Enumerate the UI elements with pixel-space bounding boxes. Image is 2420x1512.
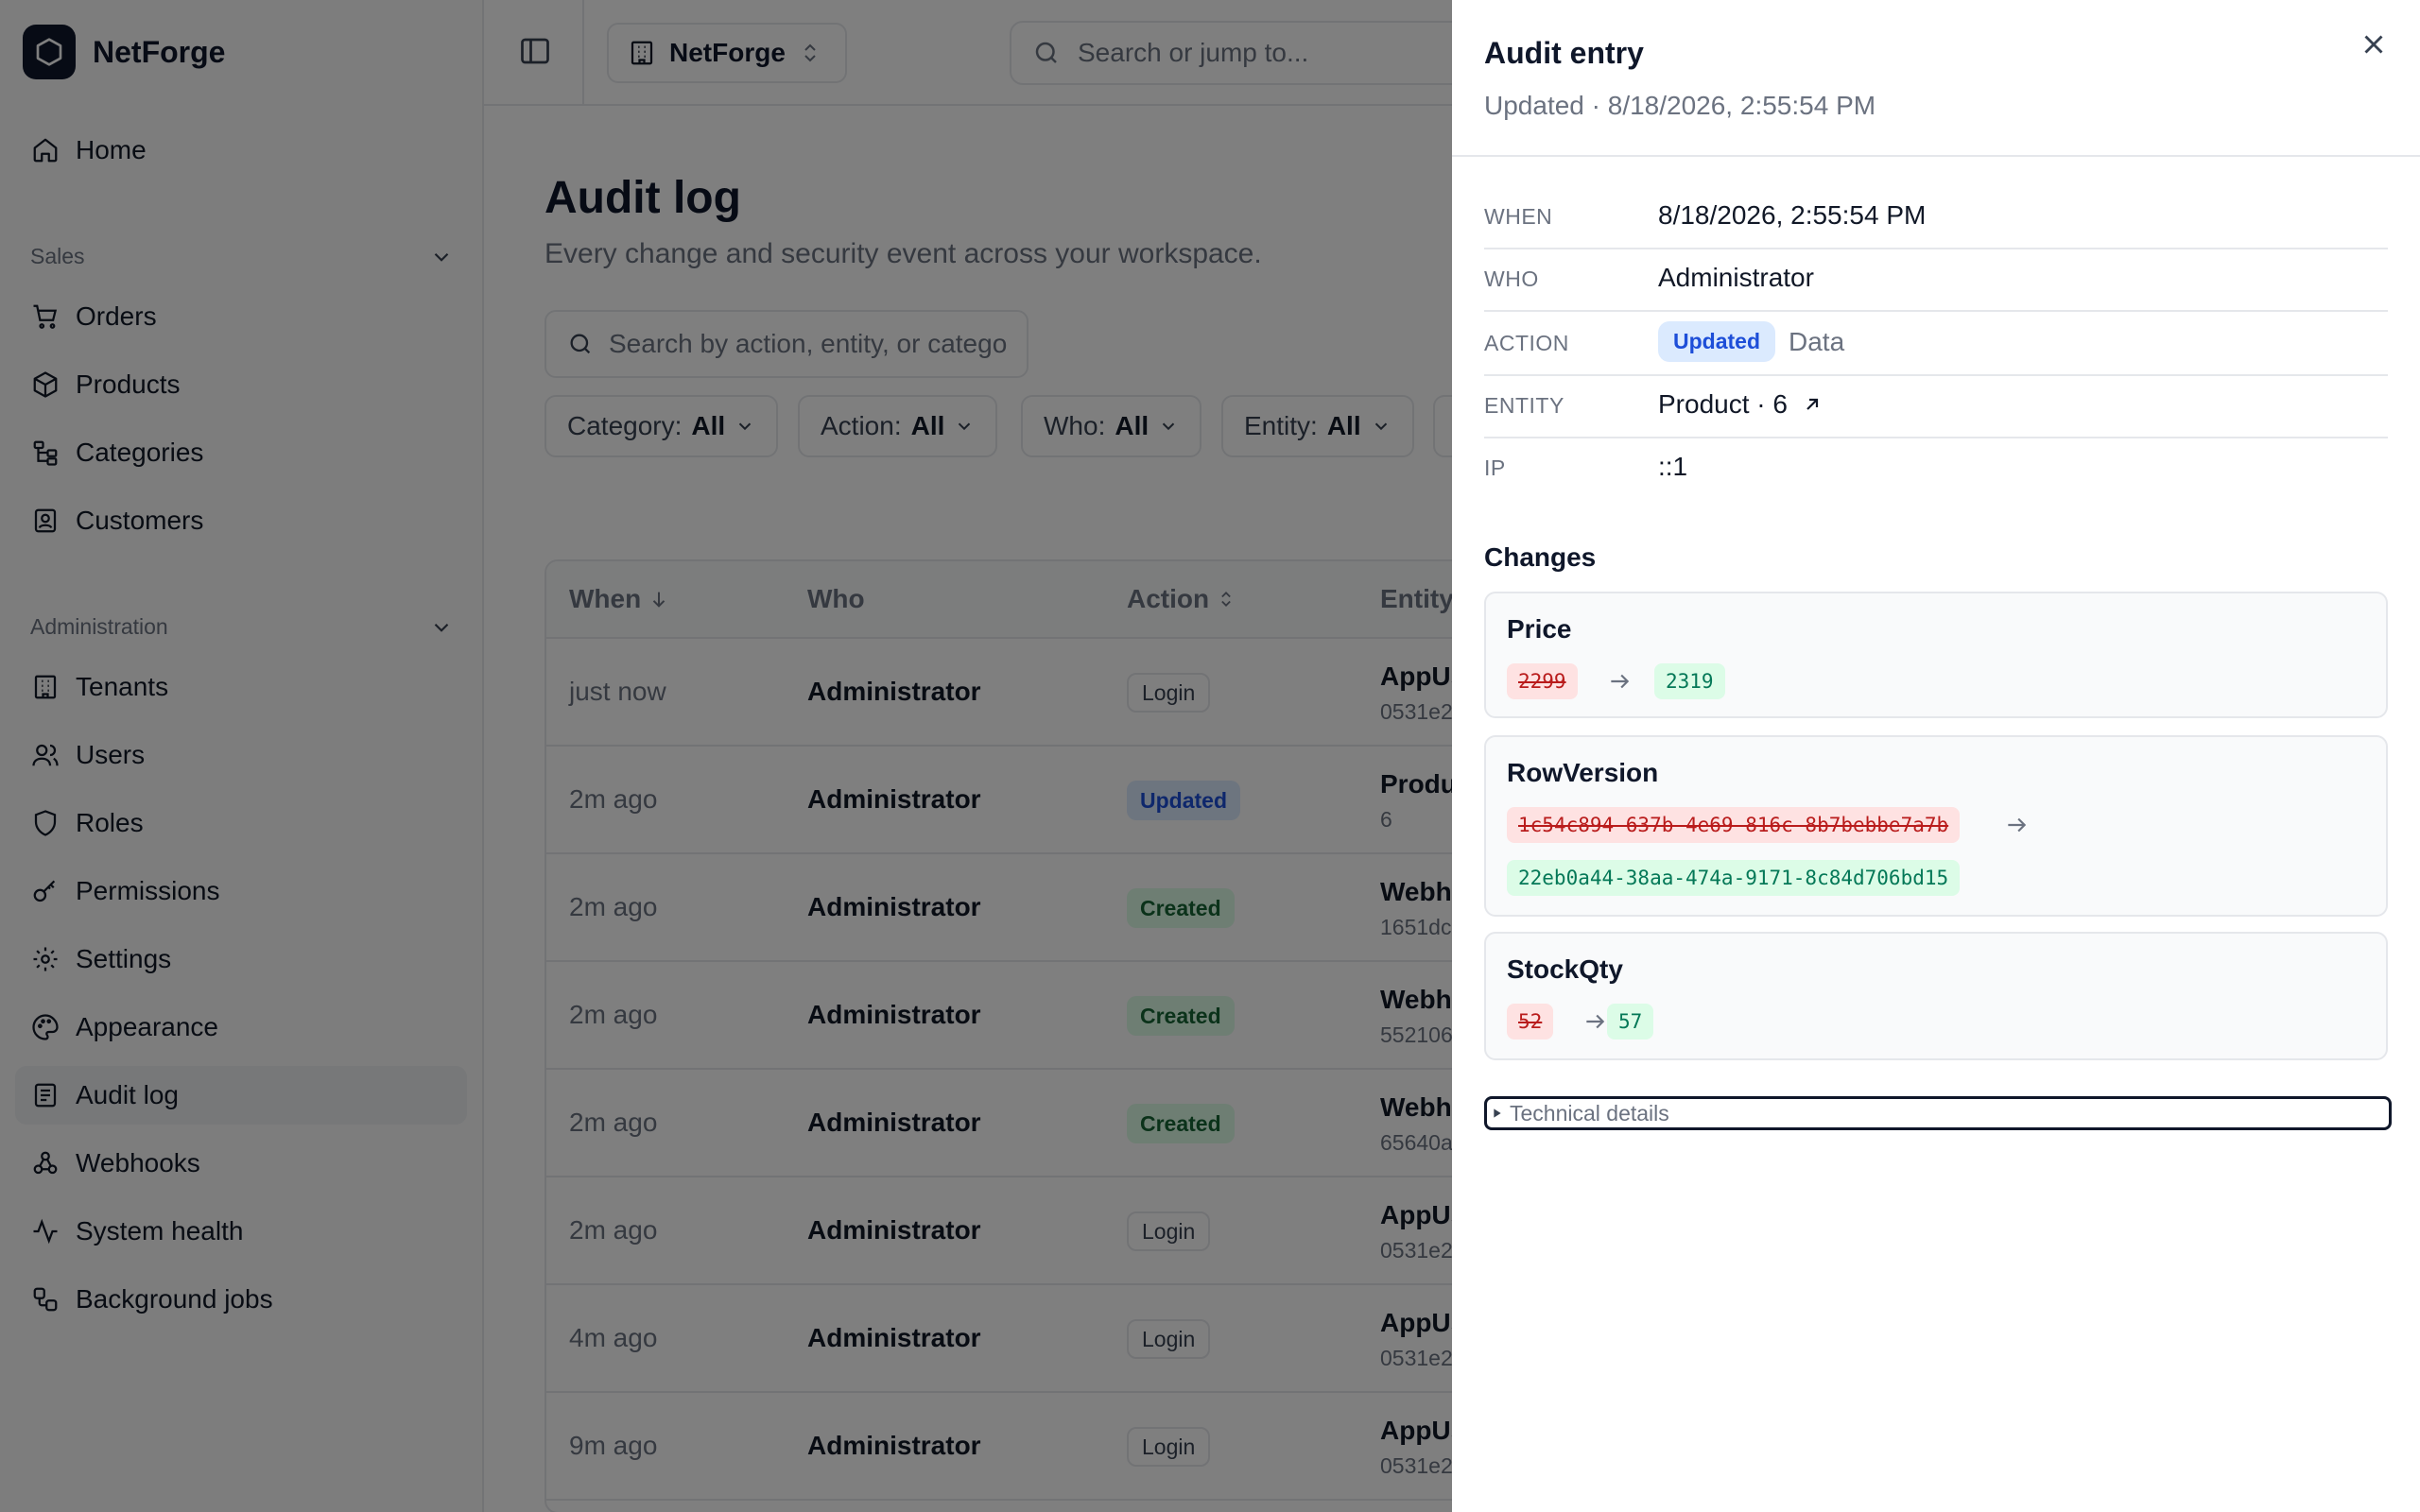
- entity-link[interactable]: Product · 6: [1658, 389, 1824, 420]
- field-value: ::1: [1658, 452, 1687, 482]
- field-label: WHO: [1484, 266, 1539, 291]
- arrow-right-icon: [1582, 1009, 1607, 1034]
- action-badge: Updated: [1658, 321, 1775, 362]
- caret-right-icon: [1489, 1106, 1504, 1121]
- technical-details-toggle[interactable]: Technical details: [1484, 1096, 2392, 1130]
- who-value: Administrator: [1658, 263, 1814, 292]
- field-label: WHEN: [1484, 204, 1553, 229]
- field-value: Administrator: [1658, 263, 1814, 293]
- field-who: WHO Administrator: [1484, 249, 2388, 312]
- field-when: WHEN 8/18/2026, 2:55:54 PM: [1484, 187, 2388, 249]
- arrow-right-icon: [1607, 669, 1632, 694]
- field-value: 8/18/2026, 2:55:54 PM: [1658, 200, 1926, 231]
- new-value: 57: [1607, 1004, 1654, 1040]
- old-value: 1c54c894-637b-4e69-816c-8b7bebbe7a7b: [1507, 807, 1961, 843]
- close-icon[interactable]: [2358, 28, 2392, 62]
- change-field-name: RowVersion: [1507, 758, 1659, 787]
- drawer-title: Audit entry: [1484, 36, 1644, 70]
- field-ip: IP ::1: [1484, 438, 2388, 501]
- change-card-price: Price 2299 2319: [1484, 592, 2388, 718]
- change-field-name: Price: [1507, 614, 1572, 644]
- change-card-stockqty: StockQty 52 57: [1484, 932, 2388, 1060]
- change-card-rowversion: RowVersion 1c54c894-637b-4e69-816c-8b7be…: [1484, 735, 2388, 917]
- field-label: ENTITY: [1484, 393, 1564, 418]
- entity-value: Product · 6: [1658, 389, 1788, 419]
- changes-heading: Changes: [1484, 542, 1597, 572]
- old-value: 52: [1507, 1004, 1554, 1040]
- change-field-name: StockQty: [1507, 954, 1623, 984]
- drawer-header: Audit entry Updated · 8/18/2026, 2:55:54…: [1452, 0, 2420, 157]
- field-value: Updated Data: [1658, 321, 1844, 362]
- audit-entry-drawer: Audit entry Updated · 8/18/2026, 2:55:54…: [1452, 0, 2420, 1512]
- drawer-subtitle: Updated · 8/18/2026, 2:55:54 PM: [1484, 91, 1876, 120]
- ip-value: ::1: [1658, 452, 1688, 481]
- action-category: Data: [1789, 326, 1845, 356]
- field-label: ACTION: [1484, 331, 1569, 355]
- arrow-right-icon: [2004, 813, 2029, 837]
- old-value: 2299: [1507, 663, 1578, 699]
- new-value: 22eb0a44-38aa-474a-9171-8c84d706bd15: [1507, 860, 1961, 896]
- new-value: 2319: [1654, 663, 1725, 699]
- external-link-icon: [1801, 393, 1824, 416]
- technical-details-label: Technical details: [1510, 1100, 1669, 1125]
- field-label: IP: [1484, 455, 1506, 480]
- when-value: 8/18/2026, 2:55:54 PM: [1658, 200, 1927, 230]
- field-entity: ENTITY Product · 6: [1484, 376, 2388, 438]
- field-action: ACTION Updated Data: [1484, 312, 2388, 376]
